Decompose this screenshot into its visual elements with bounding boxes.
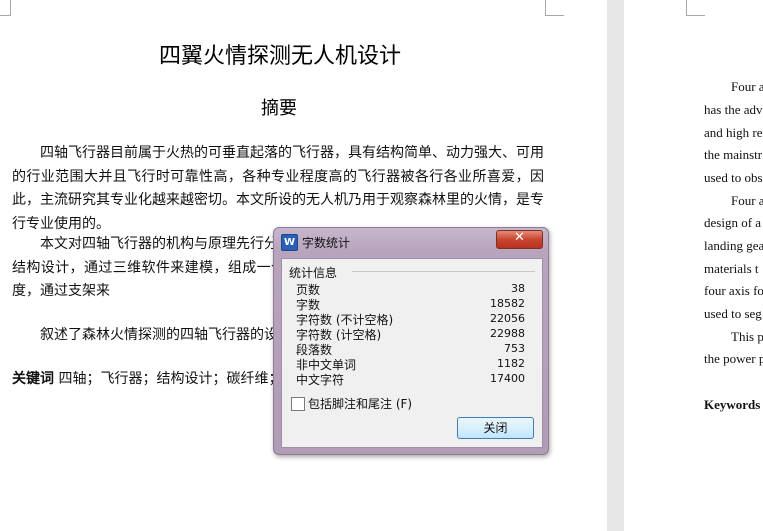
close-button[interactable]: 关闭 — [457, 417, 534, 439]
right-page-line[interactable]: the mainstr — [704, 147, 762, 163]
dialog-titlebar[interactable]: W 字数统计 ✕ — [274, 228, 548, 254]
statistics-group-label: 统计信息 — [289, 264, 342, 281]
dialog-content: 统计信息 页数 38 字数 18582 字符数 (不计空格) 22056 字符数… — [281, 258, 543, 448]
right-page-line[interactable]: Four a — [731, 79, 763, 95]
right-page-line[interactable]: used to seg — [704, 306, 762, 322]
word-count-dialog: W 字数统计 ✕ 统计信息 页数 38 字数 18582 字符数 (不计空格) … — [273, 227, 549, 455]
include-footnotes-label[interactable]: 包括脚注和尾注 (F) — [308, 395, 412, 412]
crop-mark-top-left — [686, 0, 705, 16]
right-page-line[interactable]: and high re — [704, 125, 762, 141]
right-page-line[interactable]: This p — [731, 329, 763, 345]
right-page-line[interactable]: materials t — [704, 261, 759, 277]
window-close-button[interactable]: ✕ — [496, 230, 543, 249]
dialog-title: 字数统计 — [302, 236, 351, 250]
stat-value-non-chinese-words: 1182 — [497, 357, 525, 370]
crop-mark-top-right — [545, 0, 564, 16]
group-divider — [352, 271, 535, 272]
document-page-right: Four a has the adv and high re the mains… — [624, 0, 763, 531]
right-page-line[interactable]: Four a — [731, 193, 763, 209]
include-footnotes-checkbox[interactable] — [291, 397, 305, 411]
right-page-line[interactable]: four axis fo — [704, 283, 763, 299]
abstract-paragraph-1[interactable]: 四轴飞行器目前属于火热的可垂直起落的飞行器，具有结构简单、动力强大、可用的行业范… — [12, 142, 544, 236]
stat-value-pages: 38 — [511, 282, 525, 295]
keywords-line[interactable]: 关键词 四轴；飞行器；结构设计；碳纤维； — [12, 368, 282, 388]
right-page-line[interactable]: landing gea — [704, 238, 763, 254]
keywords-label: 关键词 — [12, 371, 54, 387]
stat-value-chinese-chars: 17400 — [490, 372, 525, 385]
crop-mark-top-left — [0, 0, 11, 16]
stat-value-paragraphs: 753 — [504, 342, 525, 355]
right-page-keywords[interactable]: Keywords — [704, 397, 760, 413]
right-page-line[interactable]: has the adv — [704, 102, 762, 118]
stat-label-chinese-chars: 中文字符 — [296, 373, 345, 387]
right-page-line[interactable]: used to obs — [704, 170, 763, 186]
document-title[interactable]: 四翼火情探测无人机设计 — [0, 38, 560, 70]
abstract-heading[interactable]: 摘要 — [0, 94, 558, 120]
stat-value-chars-with-spaces: 22988 — [490, 327, 525, 340]
close-icon: ✕ — [514, 230, 525, 245]
right-page-line[interactable]: the power p — [704, 351, 763, 367]
stat-value-chars-no-spaces: 22056 — [490, 312, 525, 325]
right-page-line[interactable]: design of a — [704, 215, 761, 231]
stat-value-words: 18582 — [490, 297, 525, 310]
wps-writer-icon: W — [281, 234, 298, 251]
keywords-text: 四轴；飞行器；结构设计；碳纤维； — [58, 371, 283, 387]
